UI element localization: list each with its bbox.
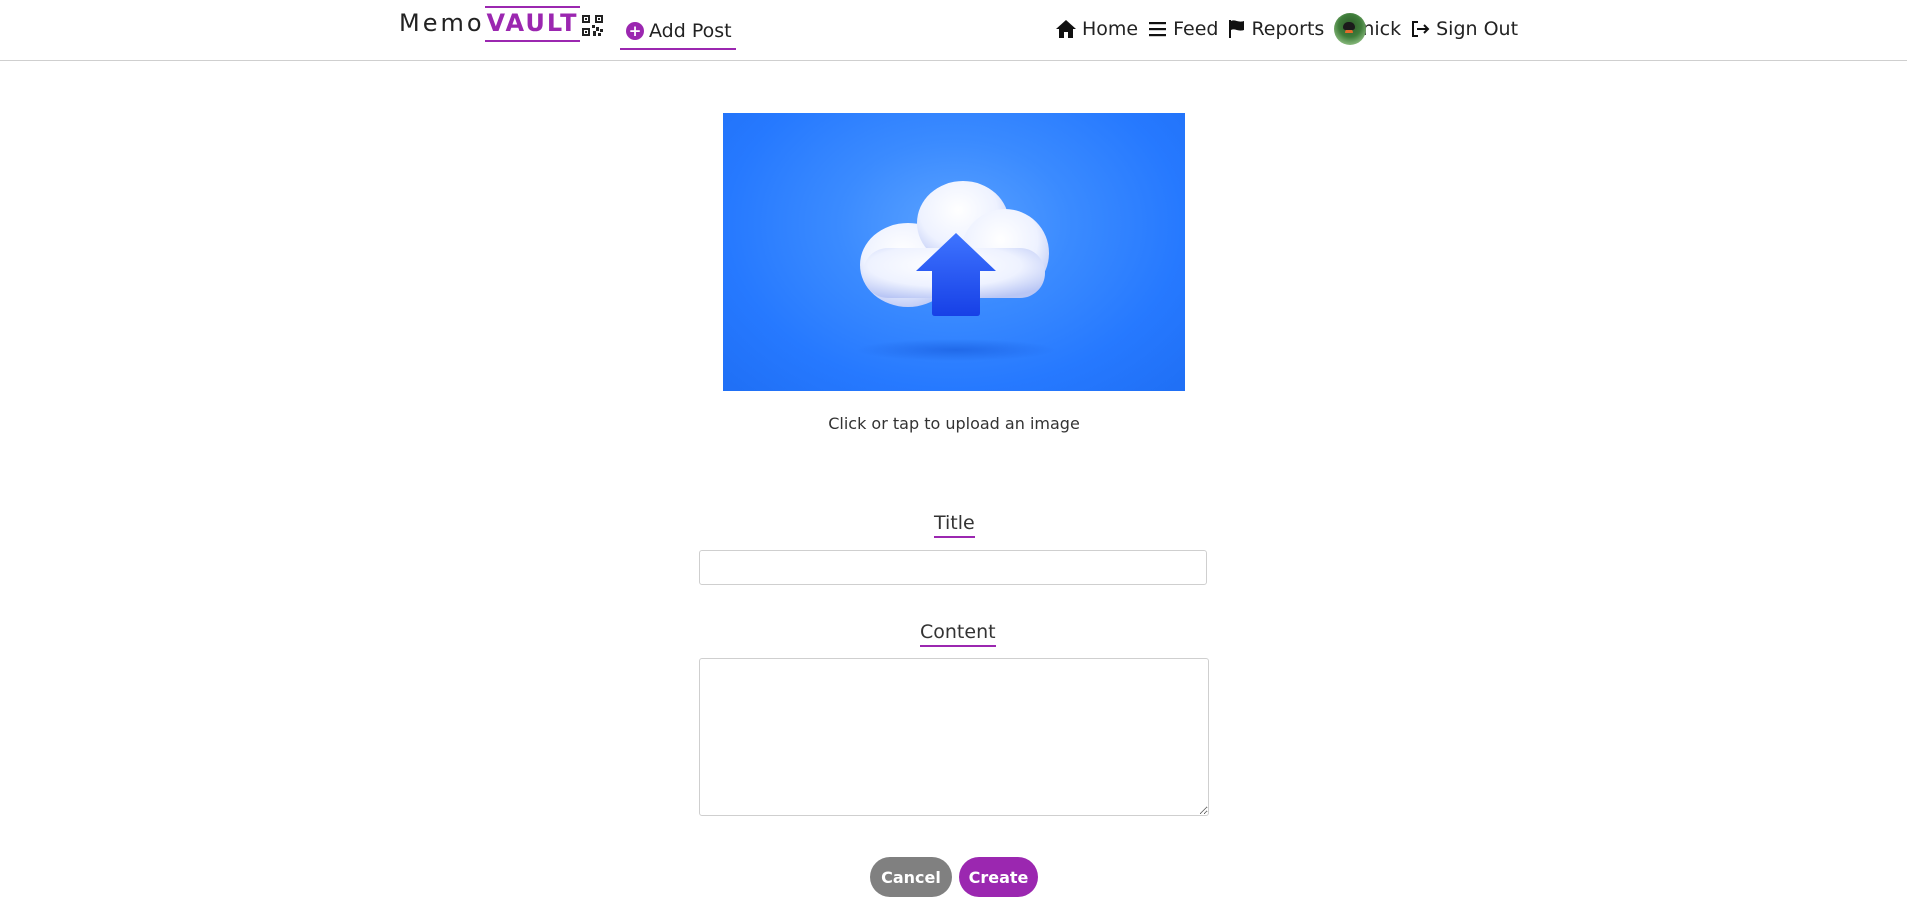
add-post-label: Add Post	[649, 20, 732, 42]
flag-icon	[1229, 20, 1245, 38]
cancel-button[interactable]: Cancel	[870, 857, 952, 897]
top-navbar: Memo VAULT + Add Post Home Feed Reports …	[0, 0, 1907, 61]
qr-code-icon[interactable]	[582, 15, 603, 36]
nav-sign-out-label: Sign Out	[1436, 18, 1519, 40]
nav-user-profile[interactable]: nick	[1334, 13, 1401, 45]
title-label: Title	[934, 512, 975, 538]
avatar	[1334, 13, 1367, 45]
nav-reports-label: Reports	[1251, 18, 1325, 40]
content-label: Content	[920, 621, 996, 647]
upload-caption: Click or tap to upload an image	[828, 414, 1080, 433]
nav-feed-label: Feed	[1173, 18, 1219, 40]
brand-vault-text: VAULT	[484, 6, 580, 42]
nav-sign-out[interactable]: Sign Out	[1411, 18, 1518, 40]
sign-out-icon	[1412, 21, 1430, 37]
nav-home-label: Home	[1082, 18, 1139, 40]
nav-home[interactable]: Home	[1055, 18, 1138, 40]
content-textarea[interactable]	[699, 658, 1209, 816]
plus-circle-icon: +	[626, 22, 644, 40]
list-icon	[1149, 22, 1167, 37]
image-upload-area[interactable]	[723, 113, 1185, 391]
nav-reports[interactable]: Reports	[1228, 18, 1324, 40]
home-icon	[1056, 20, 1076, 38]
nav-right-menu: Home Feed Reports nick Sign Out	[1055, 13, 1528, 45]
nav-username: nick	[1362, 18, 1402, 40]
brand-logo[interactable]: Memo VAULT	[399, 6, 580, 42]
title-field[interactable]	[699, 550, 1207, 585]
add-post-link[interactable]: + Add Post	[620, 14, 736, 50]
brand-memo-text: Memo	[399, 9, 485, 37]
cloud-upload-icon	[856, 181, 1056, 361]
nav-feed[interactable]: Feed	[1148, 18, 1218, 40]
create-button[interactable]: Create	[959, 857, 1038, 897]
